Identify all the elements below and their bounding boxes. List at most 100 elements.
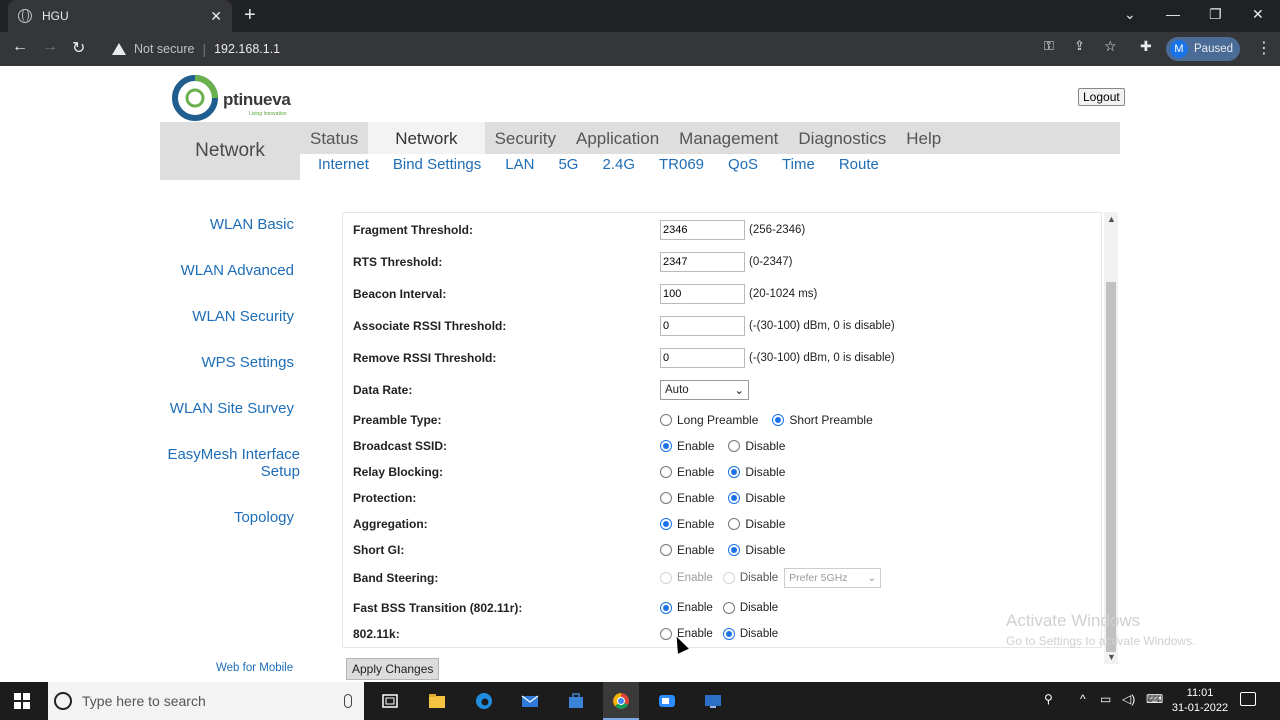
sidebar-item-wlan-site-survey[interactable]: WLAN Site Survey bbox=[154, 400, 294, 417]
windows-start-icon[interactable] bbox=[14, 693, 30, 709]
submenu-internet[interactable]: Internet bbox=[318, 154, 369, 180]
fragment-threshold-input[interactable] bbox=[660, 220, 745, 240]
assoc-rssi-input[interactable] bbox=[660, 316, 745, 336]
radio-dot11k-disable[interactable] bbox=[722, 628, 735, 640]
taskbar-search[interactable]: Type here to search bbox=[48, 682, 364, 720]
new-tab-icon[interactable]: + bbox=[244, 4, 256, 27]
sidebar-item-wlan-advanced[interactable]: WLAN Advanced bbox=[154, 262, 294, 279]
restore-icon[interactable]: ❐ bbox=[1209, 6, 1222, 23]
band-steering-enable[interactable]: Enable bbox=[660, 572, 713, 584]
zoom-app-icon[interactable] bbox=[657, 691, 677, 711]
remove-rssi-input[interactable] bbox=[660, 348, 745, 368]
sidebar-item-topology[interactable]: Topology bbox=[154, 509, 294, 526]
close-icon[interactable]: ✕ bbox=[210, 8, 222, 25]
aggregation-disable[interactable]: Disable bbox=[728, 517, 785, 531]
remote-desktop-icon[interactable] bbox=[703, 691, 723, 711]
radio-relay-blocking-disable[interactable] bbox=[728, 466, 741, 478]
menu-security[interactable]: Security bbox=[485, 122, 566, 154]
scroll-up-icon[interactable]: ▲ bbox=[1107, 214, 1116, 224]
chrome-taskbar-item[interactable] bbox=[603, 682, 639, 720]
band-steering-select[interactable]: Prefer 5GHz ⌄ bbox=[784, 568, 882, 588]
preamble-long-option[interactable]: Long Preamble bbox=[660, 413, 758, 427]
address-bar[interactable]: Not secure | 192.168.1.1 bbox=[100, 36, 1040, 62]
submenu-5g[interactable]: 5G bbox=[558, 154, 578, 180]
beacon-interval-input[interactable] bbox=[660, 284, 745, 304]
menu-management[interactable]: Management bbox=[669, 122, 788, 154]
menu-status[interactable]: Status bbox=[300, 122, 368, 154]
tray-chevron-up-icon[interactable]: ^ bbox=[1080, 692, 1086, 706]
profile-button[interactable]: M Paused bbox=[1166, 37, 1240, 61]
submenu-route[interactable]: Route bbox=[839, 154, 879, 180]
microphone-icon[interactable] bbox=[344, 694, 352, 708]
broadcast-ssid-disable[interactable]: Disable bbox=[728, 439, 785, 453]
forward-icon[interactable]: → bbox=[42, 38, 58, 56]
radio-broadcast-ssid-enable[interactable] bbox=[660, 440, 672, 452]
notification-center-icon[interactable] bbox=[1240, 692, 1256, 706]
submenu-2-4g[interactable]: 2.4G bbox=[602, 154, 635, 180]
fast-bss-disable[interactable]: Disable bbox=[722, 602, 778, 614]
browser-tab[interactable]: HGU ✕ bbox=[8, 0, 232, 32]
apply-changes-button[interactable]: Apply Changes bbox=[346, 658, 440, 680]
radio-aggregation-enable[interactable] bbox=[660, 518, 672, 530]
broadcast-ssid-enable[interactable]: Enable bbox=[660, 439, 714, 453]
network-icon[interactable]: ▭ bbox=[1100, 692, 1111, 706]
dot11k-disable[interactable]: Disable bbox=[722, 628, 778, 640]
dot11k-enable[interactable]: Enable bbox=[660, 628, 713, 640]
submenu-lan[interactable]: LAN bbox=[505, 154, 534, 180]
menu-network[interactable]: Network bbox=[368, 122, 485, 154]
mail-icon[interactable] bbox=[520, 691, 540, 711]
minimize-icon[interactable]: — bbox=[1166, 6, 1180, 22]
radio-short-gi-enable[interactable] bbox=[660, 544, 672, 556]
radio-broadcast-ssid-disable[interactable] bbox=[728, 440, 741, 452]
web-for-mobile-link[interactable]: Web for Mobile bbox=[216, 662, 293, 674]
menu-help[interactable]: Help bbox=[896, 122, 951, 154]
radio-dot11k-enable[interactable] bbox=[660, 628, 672, 640]
bookmark-star-icon[interactable]: ☆ bbox=[1104, 38, 1117, 55]
edge-icon[interactable] bbox=[474, 691, 494, 711]
more-menu-icon[interactable]: ⋮ bbox=[1256, 38, 1272, 58]
radio-short-gi-disable[interactable] bbox=[728, 544, 741, 556]
share-icon[interactable]: ⇪ bbox=[1074, 38, 1085, 54]
radio-band-steering-enable[interactable] bbox=[660, 572, 672, 584]
short-gi-enable[interactable]: Enable bbox=[660, 543, 714, 557]
radio-aggregation-disable[interactable] bbox=[728, 518, 741, 530]
sidebar-item-easymesh[interactable]: EasyMesh Interface Setup bbox=[160, 446, 300, 480]
back-icon[interactable]: ← bbox=[12, 38, 28, 56]
scroll-down-icon[interactable]: ▼ bbox=[1107, 652, 1116, 662]
scrollbar-thumb[interactable] bbox=[1106, 282, 1116, 652]
radio-fast-bss-disable[interactable] bbox=[722, 602, 735, 614]
protection-enable[interactable]: Enable bbox=[660, 491, 714, 505]
band-steering-disable[interactable]: Disable bbox=[722, 572, 778, 584]
store-icon[interactable] bbox=[566, 691, 586, 711]
task-view-icon[interactable] bbox=[380, 691, 400, 711]
taskbar-clock[interactable]: 11:01 31-01-2022 bbox=[1170, 686, 1230, 716]
submenu-time[interactable]: Time bbox=[782, 154, 815, 180]
sidebar-item-wps-settings[interactable]: WPS Settings bbox=[154, 354, 294, 371]
aggregation-enable[interactable]: Enable bbox=[660, 517, 714, 531]
file-explorer-icon[interactable] bbox=[427, 691, 447, 711]
reload-icon[interactable]: ↻ bbox=[72, 38, 85, 58]
preamble-short-option[interactable]: Short Preamble bbox=[772, 413, 873, 427]
sidebar-item-wlan-basic[interactable]: WLAN Basic bbox=[154, 216, 294, 233]
volume-icon[interactable]: ◁) bbox=[1122, 692, 1135, 706]
fast-bss-enable[interactable]: Enable bbox=[660, 602, 713, 614]
rts-threshold-input[interactable] bbox=[660, 252, 745, 272]
data-rate-select[interactable]: Auto ⌄ bbox=[660, 380, 749, 400]
logout-button[interactable]: Logout bbox=[1078, 88, 1125, 106]
submenu-tr069[interactable]: TR069 bbox=[659, 154, 704, 180]
short-gi-disable[interactable]: Disable bbox=[728, 543, 785, 557]
key-icon[interactable]: ⚿ bbox=[1044, 38, 1054, 54]
submenu-qos[interactable]: QoS bbox=[728, 154, 758, 180]
radio-protection-disable[interactable] bbox=[728, 492, 741, 504]
radio-long-preamble[interactable] bbox=[660, 414, 672, 426]
window-close-icon[interactable]: ✕ bbox=[1252, 6, 1264, 23]
menu-application[interactable]: Application bbox=[566, 122, 669, 154]
radio-relay-blocking-enable[interactable] bbox=[660, 466, 672, 478]
relay-blocking-disable[interactable]: Disable bbox=[728, 465, 785, 479]
radio-band-steering-disable[interactable] bbox=[722, 572, 735, 584]
submenu-bind-settings[interactable]: Bind Settings bbox=[393, 154, 481, 180]
sidebar-item-wlan-security[interactable]: WLAN Security bbox=[154, 308, 294, 325]
people-icon[interactable]: ⚲ bbox=[1044, 692, 1053, 706]
url-text[interactable]: 192.168.1.1 bbox=[214, 42, 280, 56]
radio-protection-enable[interactable] bbox=[660, 492, 672, 504]
